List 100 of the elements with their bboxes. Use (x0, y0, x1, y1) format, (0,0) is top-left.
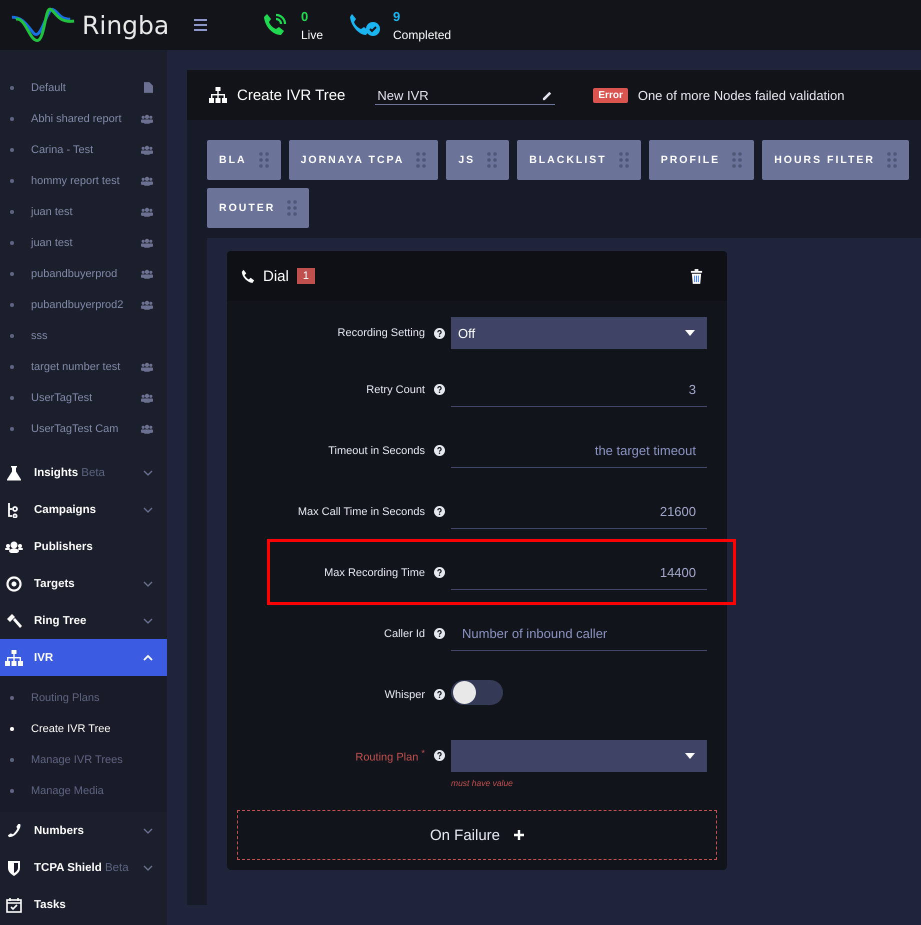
submenu-link[interactable]: Routing Plans (31, 692, 100, 704)
report-link[interactable]: Default (31, 82, 144, 94)
error-count: 1 (296, 268, 315, 284)
report-link[interactable]: hommy report test (31, 174, 141, 186)
users-icon (141, 176, 153, 186)
users-icon (141, 238, 153, 248)
input-field[interactable]: 21600 (451, 494, 707, 528)
sitemap-icon (5, 650, 23, 666)
target-icon (6, 576, 22, 592)
nav-item[interactable]: TCPA Shield Beta (0, 849, 167, 886)
field-label: Whisper (384, 688, 425, 700)
users-icon (141, 424, 153, 434)
select-field[interactable]: Off (451, 317, 707, 349)
drag-handle-icon[interactable] (258, 152, 269, 168)
users-icon (141, 362, 153, 372)
node-chip[interactable]: BLA (207, 140, 281, 180)
report-link[interactable]: Carina - Test (31, 144, 141, 156)
users-icon (141, 268, 153, 278)
help-icon (434, 506, 445, 517)
toggle-switch[interactable] (451, 680, 503, 704)
select-field[interactable] (451, 740, 707, 772)
report-link[interactable]: pubandbuyerprod2 (31, 298, 141, 310)
chevron-down-icon (143, 828, 153, 834)
drag-handle-icon[interactable] (618, 152, 629, 168)
stat-label: Completed (393, 28, 452, 42)
input-field[interactable]: 14400 (451, 556, 707, 590)
calendar-icon (6, 896, 22, 912)
nav-item[interactable]: Insights Beta (0, 454, 167, 491)
submenu-link[interactable]: Manage IVR Trees (31, 754, 123, 766)
drag-handle-icon[interactable] (287, 200, 298, 216)
help-icon (434, 445, 445, 456)
nav-item[interactable]: Targets (0, 565, 167, 602)
help-icon (434, 328, 445, 338)
phone-check-icon (349, 12, 382, 38)
chevron-down-icon (143, 506, 153, 512)
field-label: Recording Setting (338, 327, 425, 339)
nav-item[interactable]: Campaigns (0, 491, 167, 528)
drag-handle-icon[interactable] (732, 152, 742, 168)
node-chip[interactable]: PROFILE (648, 140, 754, 180)
submenu-link[interactable]: Create IVR Tree (31, 722, 110, 734)
nav-item[interactable]: Numbers (0, 812, 167, 849)
field-label: Max Recording Time (324, 566, 425, 578)
users-icon (141, 206, 153, 216)
users-icon (141, 144, 153, 154)
card-title: Dial (263, 268, 289, 284)
help-icon (434, 689, 445, 700)
phone-icon (6, 823, 22, 838)
stat-value: 0 (301, 8, 310, 24)
help-icon (434, 567, 445, 578)
file-icon (144, 82, 153, 93)
node-chip[interactable]: BLACKLIST (517, 140, 641, 180)
caret-icon (685, 330, 695, 336)
node-chip[interactable]: HOURS FILTER (762, 140, 910, 180)
nav-item[interactable]: Ring Tree (0, 602, 167, 639)
pencil-icon (542, 90, 554, 100)
on-failure-button[interactable]: On Failure (237, 810, 717, 860)
help-icon (434, 628, 445, 639)
name-field[interactable]: New IVR (375, 86, 556, 104)
drag-handle-icon[interactable] (487, 152, 498, 168)
submenu-link[interactable]: Manage Media (31, 784, 104, 796)
gavel-icon (6, 612, 22, 628)
stat-value: 9 (393, 8, 402, 24)
brand-name: Ringba (82, 10, 170, 40)
report-link[interactable]: juan test (31, 206, 141, 218)
caret-icon (685, 752, 695, 758)
report-link[interactable]: UserTagTest (31, 392, 141, 404)
nav-item[interactable]: Publishers (0, 528, 167, 565)
node-chip[interactable]: ROUTER (207, 188, 310, 228)
users-icon (141, 300, 153, 310)
users-icon (141, 114, 153, 124)
report-link[interactable]: juan test (31, 236, 141, 248)
report-link[interactable]: target number test (31, 360, 141, 372)
trash-icon[interactable] (690, 268, 703, 284)
input-field[interactable]: Number of inbound caller (451, 616, 707, 650)
node-chip[interactable]: JORNAYA TCPA (288, 140, 438, 180)
drag-handle-icon[interactable] (416, 152, 426, 168)
drag-handle-icon[interactable] (887, 152, 898, 168)
chevron-down-icon (143, 618, 153, 624)
input-field[interactable]: the target timeout (451, 434, 707, 468)
chevron-down-icon (143, 864, 153, 870)
error-badge: Error (593, 88, 628, 102)
field-label: Routing Plan $^{*}$ (355, 748, 425, 764)
shield-icon (7, 860, 21, 876)
node-chip[interactable]: JS (446, 140, 510, 180)
report-link[interactable]: pubandbuyerprod (31, 268, 141, 280)
stat-label: Live (301, 28, 324, 42)
chevron-down-icon (143, 580, 153, 586)
input-field[interactable]: 3 (451, 372, 707, 406)
users-icon (141, 392, 153, 402)
nav-item[interactable]: Tasks (0, 886, 167, 923)
error-message: One of more Nodes failed validation (638, 88, 845, 102)
nav-item[interactable]: IVR (0, 639, 167, 676)
report-link[interactable]: UserTagTest Cam (31, 422, 141, 434)
field-label: Retry Count (366, 384, 425, 396)
sitemap-icon (209, 87, 227, 103)
page-title: Create IVR Tree (237, 86, 346, 104)
report-link[interactable]: sss (31, 330, 153, 342)
flask-icon (6, 464, 22, 480)
people-icon (5, 540, 23, 552)
report-link[interactable]: Abhi shared report (31, 112, 141, 124)
